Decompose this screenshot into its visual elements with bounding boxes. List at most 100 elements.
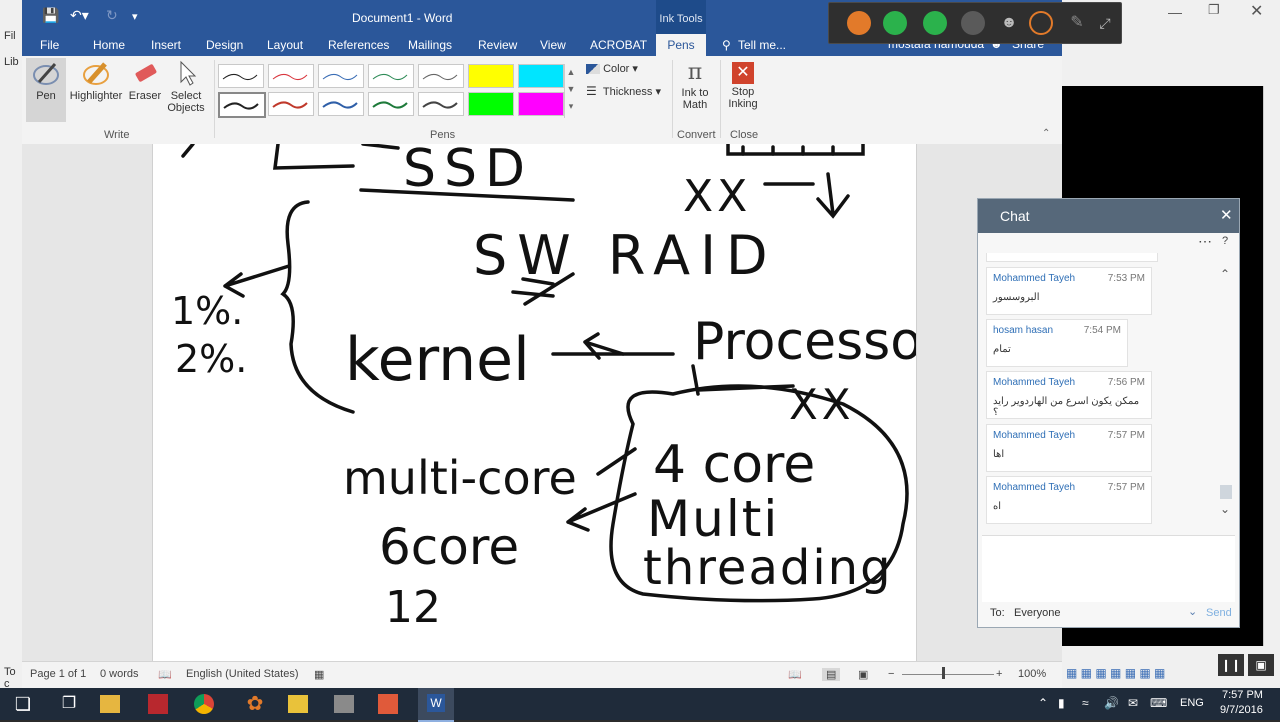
webex-icon[interactable]: ✿ [240, 692, 270, 716]
select-objects-button[interactable]: Select Objects [164, 58, 208, 114]
app-icon[interactable] [288, 695, 308, 713]
tab-insert[interactable]: Insert [151, 38, 181, 52]
tab-acrobat[interactable]: ACROBAT [590, 38, 647, 52]
language-indicator[interactable]: English (United States) [186, 668, 299, 680]
tab-file[interactable]: File [40, 38, 59, 52]
pen-swatch[interactable] [368, 64, 414, 88]
pen-button[interactable]: Pen [26, 58, 66, 122]
restore-icon[interactable]: ❐ [1208, 2, 1220, 18]
network-icon[interactable]: ≈ [1082, 696, 1089, 710]
tab-mailings[interactable]: Mailings [408, 38, 452, 52]
recipient-select[interactable]: Everyone [1014, 607, 1060, 619]
pen-swatch[interactable] [418, 92, 464, 116]
annotate-icon[interactable]: ✎ [1065, 11, 1089, 35]
language-indicator[interactable]: ENG [1180, 697, 1204, 709]
highlighter-swatch[interactable] [518, 92, 564, 116]
print-layout-icon[interactable]: ▤ [822, 668, 841, 681]
tab-view[interactable]: View [540, 38, 566, 52]
close-window-icon[interactable]: ✕ [1250, 1, 1263, 21]
chevron-down-icon[interactable]: ⌄ [1188, 605, 1197, 618]
highlighter-swatch[interactable] [468, 92, 514, 116]
participants-icon[interactable]: ☻ [997, 11, 1021, 35]
pen-swatch[interactable] [268, 64, 314, 88]
task-view-icon[interactable]: ❐ [54, 692, 84, 716]
read-mode-icon[interactable]: 📖 [788, 668, 802, 681]
acrobat-icon[interactable] [148, 694, 168, 714]
document-page[interactable]: SSD XX SW RAID 1%. 2%. kernel Processor … [152, 144, 917, 661]
chat-input[interactable] [982, 535, 1235, 602]
redo-icon[interactable]: ↻ [106, 7, 118, 24]
tab-pens[interactable]: Pens [656, 34, 706, 56]
undo-icon[interactable]: ↶▾ [70, 7, 89, 24]
customize-qat-icon[interactable]: ▾ [132, 10, 138, 23]
zoom-slider[interactable] [902, 674, 994, 675]
highlighter-swatch[interactable] [468, 64, 514, 88]
tab-layout[interactable]: Layout [267, 38, 303, 52]
ink-kernel: kernel [345, 325, 530, 395]
tell-me-box[interactable]: Tell me... [738, 38, 786, 52]
send-button[interactable]: Send [1206, 607, 1232, 619]
macro-icon[interactable]: ▦ [314, 668, 324, 681]
highlighter-swatch[interactable] [518, 64, 564, 88]
status-bar: Page 1 of 1 0 words 📖 English (United St… [22, 661, 1062, 689]
tab-review[interactable]: Review [478, 38, 517, 52]
scroll-up-icon[interactable]: ⌃ [1220, 267, 1230, 281]
zoom-in-icon[interactable]: + [996, 668, 1002, 680]
pen-swatch[interactable] [368, 92, 414, 116]
microphone-icon[interactable] [883, 11, 907, 35]
share-screen-icon[interactable] [923, 11, 947, 35]
word-taskbar-button[interactable]: W [418, 688, 454, 722]
pen-swatch[interactable] [268, 92, 314, 116]
more-options-icon[interactable]: ⋯ [1198, 233, 1212, 250]
notifications-icon[interactable]: ✉ [1128, 696, 1138, 710]
clock-time[interactable]: 7:57 PM [1222, 689, 1263, 701]
volume-icon[interactable]: 🔊 [1104, 696, 1119, 710]
pen-swatch[interactable] [318, 64, 364, 88]
minimize-icon[interactable]: — [1168, 4, 1182, 20]
zoom-slider-thumb[interactable] [942, 667, 945, 679]
word-count[interactable]: 0 words [100, 668, 139, 680]
chat-scroll-thumb[interactable] [1220, 485, 1232, 499]
collapse-ribbon-icon[interactable]: ⌃ [1042, 128, 1050, 139]
media-app-icon[interactable] [334, 695, 354, 713]
video-icon[interactable] [961, 11, 985, 35]
tab-references[interactable]: References [328, 38, 389, 52]
highlighter-button[interactable]: Highlighter [66, 58, 126, 102]
background-scrollbar[interactable] [1263, 86, 1280, 646]
eraser-button[interactable]: Eraser [126, 58, 164, 102]
ink-to-math-button[interactable]: π Ink to Math [674, 60, 716, 111]
screen-icon[interactable]: ▣ [1248, 654, 1274, 676]
help-icon[interactable]: ? [1222, 235, 1228, 247]
web-layout-icon[interactable]: ▣ [858, 668, 868, 681]
keyboard-icon[interactable]: ⌨ [1150, 696, 1167, 710]
tab-home[interactable]: Home [93, 38, 125, 52]
show-hidden-icons[interactable]: ⌃ [1038, 696, 1048, 710]
color-dropdown[interactable]: Color ▾ [586, 62, 638, 75]
thickness-dropdown[interactable]: ☰ Thickness ▾ [586, 84, 661, 98]
gallery-scroll[interactable]: ▲ ▼ ▾ [564, 64, 577, 118]
zoom-out-icon[interactable]: − [888, 668, 894, 680]
pen-swatch-selected[interactable] [218, 92, 266, 118]
clock-date[interactable]: 9/7/2016 [1220, 704, 1263, 716]
page-count[interactable]: Page 1 of 1 [30, 668, 86, 680]
proofing-icon[interactable]: 📖 [158, 668, 172, 681]
pen-swatch[interactable] [418, 64, 464, 88]
ink-tools-context-label: Ink Tools [656, 0, 706, 34]
windows-start-icon[interactable]: ❏ [8, 692, 38, 716]
battery-icon[interactable]: ▮ [1058, 696, 1065, 710]
file-explorer-icon[interactable] [100, 695, 120, 713]
close-icon[interactable]: ✕ [1220, 206, 1233, 224]
tab-design[interactable]: Design [206, 38, 243, 52]
pen-swatch[interactable] [218, 64, 264, 88]
snagit-icon[interactable] [378, 694, 398, 714]
chrome-icon[interactable] [194, 694, 214, 714]
scroll-down-icon[interactable]: ⌄ [1220, 502, 1230, 516]
webex-logo-icon[interactable] [847, 11, 871, 35]
pause-icon[interactable]: ❙❙ [1218, 654, 1244, 676]
expand-icon[interactable]: ⤢ [1093, 11, 1117, 35]
stop-inking-button[interactable]: ✕ Stop Inking [722, 62, 764, 110]
save-icon[interactable]: 💾 [42, 7, 59, 24]
pen-swatch[interactable] [318, 92, 364, 116]
chat-icon[interactable] [1029, 11, 1053, 35]
zoom-level[interactable]: 100% [1018, 668, 1046, 680]
